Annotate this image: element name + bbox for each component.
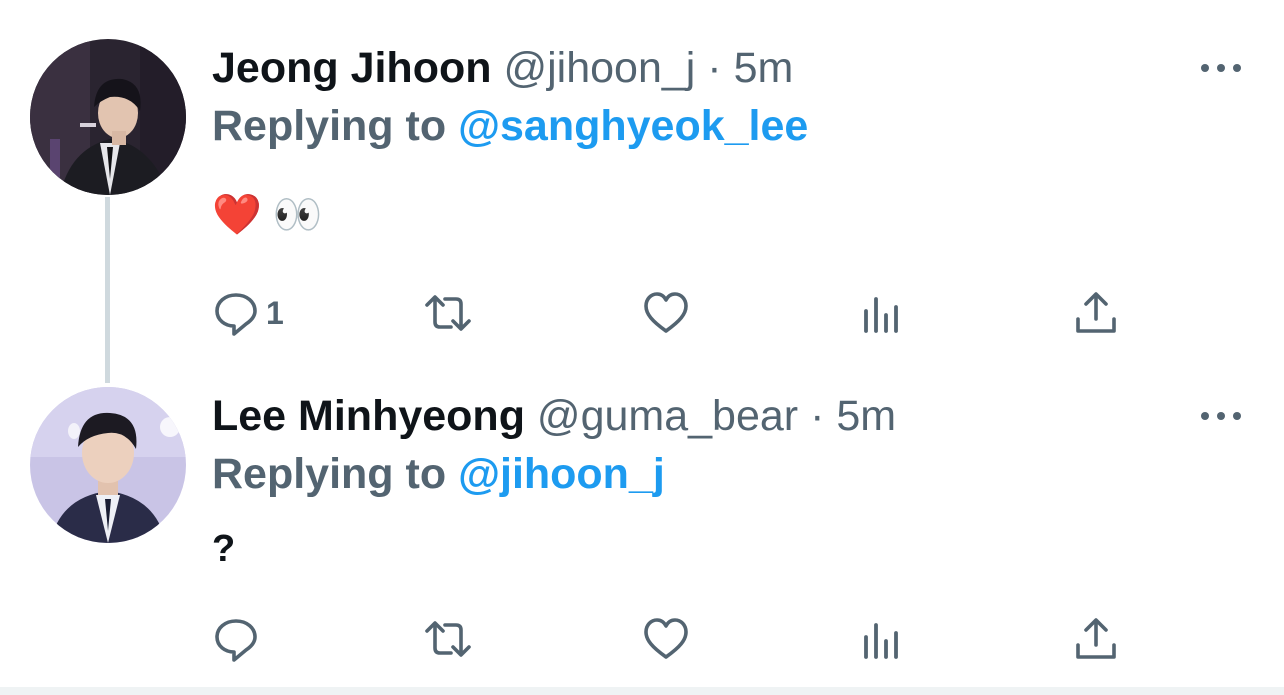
- replying-to-handle[interactable]: @sanghyeok_lee: [458, 102, 808, 150]
- divider: [0, 687, 1284, 695]
- display-name[interactable]: Lee Minhyeong: [212, 392, 525, 440]
- reply-button[interactable]: 1: [212, 288, 284, 338]
- avatar[interactable]: [30, 39, 186, 195]
- tweet-text: ?: [212, 528, 236, 570]
- tweet-actions: 1: [212, 288, 1132, 338]
- more-icon: [1233, 412, 1241, 420]
- more-options-button[interactable]: [1196, 404, 1246, 428]
- more-options-button[interactable]: [1196, 56, 1246, 80]
- share-icon: [1076, 292, 1116, 333]
- replying-to-label: Replying to: [212, 102, 447, 150]
- separator-dot: ·: [707, 44, 722, 92]
- reply-button[interactable]: [212, 614, 266, 664]
- views-icon: [864, 297, 898, 333]
- more-icon: [1217, 64, 1225, 72]
- share-button[interactable]: [1072, 614, 1120, 664]
- timestamp[interactable]: 5m: [734, 44, 794, 92]
- user-handle[interactable]: @jihoon_j: [503, 44, 695, 92]
- replying-to-label: Replying to: [212, 450, 447, 498]
- more-icon: [1201, 64, 1209, 72]
- tweet-header: Jeong Jihoon @jihoon_j · 5m: [212, 40, 793, 96]
- tweet-text: ❤️ 👀: [212, 193, 323, 237]
- display-name[interactable]: Jeong Jihoon: [212, 44, 492, 92]
- retweet-button[interactable]: [424, 614, 472, 664]
- like-icon: [644, 618, 688, 659]
- user-handle[interactable]: @guma_bear: [537, 392, 798, 440]
- more-icon: [1217, 412, 1225, 420]
- more-icon: [1233, 64, 1241, 72]
- tweet-actions: [212, 614, 1132, 664]
- replying-to-line: Replying to @sanghyeok_lee: [212, 98, 808, 154]
- avatar-photo-minhyeong: [30, 387, 186, 543]
- retweet-button[interactable]: [424, 288, 472, 338]
- like-icon: [644, 292, 688, 333]
- retweet-icon: [425, 621, 471, 657]
- tweet-header: Lee Minhyeong @guma_bear · 5m: [212, 388, 896, 444]
- like-button[interactable]: [642, 288, 690, 338]
- separator-dot: ·: [810, 392, 825, 440]
- avatar[interactable]: [30, 387, 186, 543]
- reply-icon: [215, 619, 257, 662]
- retweet-icon: [425, 295, 471, 331]
- more-icon: [1201, 412, 1209, 420]
- replying-to-line: Replying to @jihoon_j: [212, 446, 665, 502]
- like-button[interactable]: [642, 614, 690, 664]
- replying-to-handle[interactable]: @jihoon_j: [458, 450, 665, 498]
- views-button[interactable]: [858, 614, 906, 664]
- views-button[interactable]: [858, 288, 906, 338]
- timestamp[interactable]: 5m: [836, 392, 896, 440]
- thread-connector-line: [105, 197, 110, 383]
- reply-icon: [215, 293, 257, 336]
- views-icon: [864, 623, 898, 659]
- share-icon: [1076, 618, 1116, 659]
- reply-thread: Jeong Jihoon @jihoon_j · 5m Replying to …: [0, 0, 1284, 695]
- avatar-photo-jihoon: [30, 39, 186, 195]
- share-button[interactable]: [1072, 288, 1120, 338]
- reply-count: 1: [266, 295, 284, 331]
